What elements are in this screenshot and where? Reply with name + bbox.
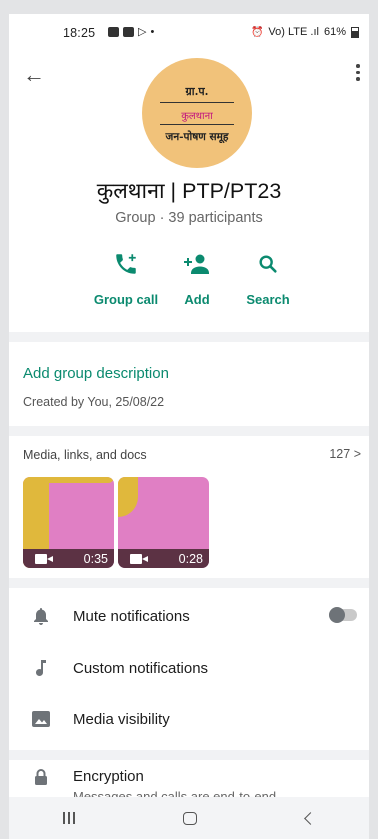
custom-notifications-row[interactable]: Custom notifications — [9, 646, 369, 690]
status-time: 18:25 — [63, 26, 96, 40]
group-participants: Group · 39 participants — [115, 210, 263, 226]
add-person-icon — [179, 250, 215, 278]
add-call-icon — [91, 250, 161, 278]
video-camera-icon — [130, 553, 148, 564]
search-icon — [243, 250, 293, 278]
home-icon[interactable] — [183, 811, 198, 825]
section-divider — [9, 426, 369, 436]
section-divider — [9, 332, 369, 342]
thumbnail-image — [118, 477, 138, 517]
status-bar: 18:25 ▷ • ⏰ Vo) LTE .ıl 61% — [9, 14, 369, 50]
video-duration: 0:35 — [83, 551, 108, 566]
avatar-text-line1: ग्रा.प. — [185, 85, 209, 98]
back-arrow-icon[interactable]: ← — [23, 62, 45, 88]
battery-percent: 61% — [323, 26, 346, 38]
encryption-title[interactable]: Encryption — [73, 768, 144, 785]
battery-icon — [351, 26, 359, 38]
search-label: Search — [246, 292, 290, 307]
image-icon — [9, 711, 73, 727]
mute-notifications-label: Mute notifications — [73, 607, 190, 625]
avatar-text-line3: जन-पोषण समूह — [165, 131, 229, 143]
add-participant-button[interactable]: Add — [179, 250, 215, 307]
search-button[interactable]: Search — [243, 250, 293, 307]
status-right: ⏰ Vo) LTE .ıl 61% — [251, 26, 359, 38]
group-name[interactable]: कुलथाना | PTP/PT23 — [9, 176, 369, 205]
dot-icon: • — [150, 25, 155, 38]
video-thumbnail[interactable]: 0:28 — [118, 477, 209, 568]
notification-icon — [108, 26, 119, 37]
video-duration: 0:28 — [178, 551, 203, 566]
section-divider — [9, 750, 369, 760]
avatar-text-line2: कुलथाना — [181, 111, 213, 122]
video-camera-icon — [35, 553, 53, 564]
phone-screen: 18:25 ▷ • ⏰ Vo) LTE .ıl 61% ← ग्रा.प. कु… — [9, 14, 369, 839]
created-by-text: Created by You, 25/08/22 — [23, 395, 165, 409]
recent-apps-icon[interactable] — [63, 812, 76, 824]
music-note-icon — [9, 659, 73, 677]
more-options-icon[interactable] — [353, 64, 363, 81]
thumbnail-image — [49, 477, 114, 483]
bell-icon — [9, 607, 73, 625]
media-header[interactable]: Media, links, and docs — [23, 448, 147, 462]
group-call-label: Group call — [93, 292, 159, 307]
media-visibility-row[interactable]: Media visibility — [9, 697, 369, 741]
group-call-button[interactable]: Group call — [91, 250, 161, 307]
add-label: Add — [184, 292, 210, 307]
add-description-link[interactable]: Add group description — [23, 365, 169, 382]
back-nav-icon[interactable] — [303, 811, 317, 825]
play-icon: ▷ — [138, 26, 147, 38]
system-nav-bar — [9, 797, 369, 839]
alarm-icon: ⏰ — [250, 26, 264, 38]
media-visibility-label: Media visibility — [73, 710, 170, 728]
section-divider — [9, 578, 369, 588]
signal-text: Vo) LTE .ıl — [268, 26, 319, 38]
custom-notifications-label: Custom notifications — [73, 659, 209, 677]
lock-icon — [9, 768, 73, 786]
mute-notifications-row[interactable]: Mute notifications — [9, 594, 369, 638]
video-info-bar: 0:35 — [23, 549, 114, 568]
notification-icon — [123, 26, 134, 37]
avatar-divider — [160, 102, 234, 103]
media-count-link[interactable]: 127 > — [329, 447, 361, 461]
status-notification-icons: ▷ • — [108, 25, 154, 38]
group-avatar[interactable]: ग्रा.प. कुलथाना जन-पोषण समूह — [142, 58, 252, 168]
video-thumbnail[interactable]: 0:35 — [23, 477, 114, 568]
action-bar: Group call Add Search — [9, 250, 369, 320]
avatar-divider — [160, 124, 234, 125]
mute-toggle[interactable] — [329, 607, 357, 623]
video-info-bar: 0:28 — [118, 549, 209, 568]
